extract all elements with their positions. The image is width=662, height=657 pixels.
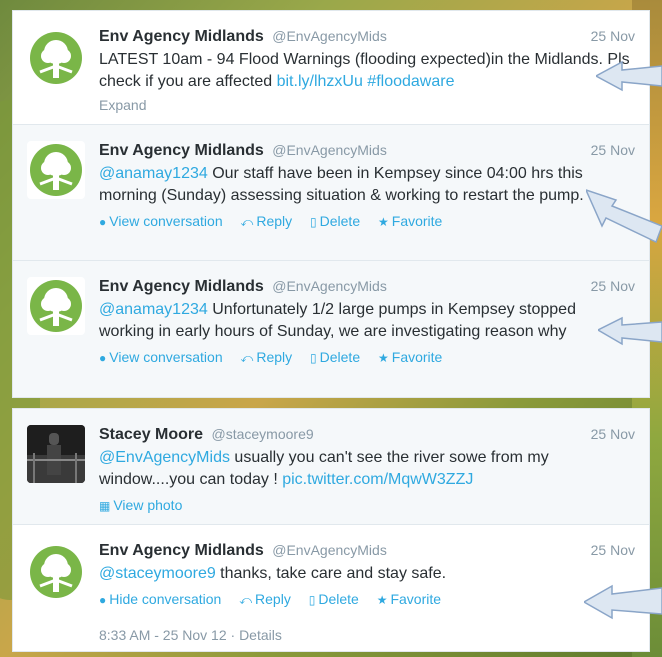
speech-bubble-icon: ● — [99, 351, 107, 365]
callout-arrow-icon — [598, 316, 662, 346]
tweet-actions: ● View conversation ⤺ Reply ▯ Delete ★ Favor… — [99, 211, 635, 231]
photo-icon: ▦ — [99, 499, 111, 513]
tweet-card-3[interactable]: Env Agency Midlands @EnvAgencyMids 25 No… — [12, 260, 650, 398]
tweet-actions: ● Hide conversation ⤺ Reply ▯ Delete ★ Favor… — [99, 589, 635, 609]
view-conversation-button[interactable]: ● View conversation — [99, 213, 223, 229]
star-icon: ★ — [378, 215, 389, 229]
star-icon: ★ — [376, 593, 388, 607]
tweet-header: Env Agency Midlands @EnvAgencyMids 25 No… — [99, 25, 635, 47]
user-handle[interactable]: @staceymoore9 — [212, 426, 314, 442]
user-name[interactable]: Env Agency Midlands — [99, 542, 264, 559]
tree-logo-icon — [30, 144, 82, 196]
favorite-button[interactable]: ★ Favorite — [378, 213, 442, 229]
delete-button[interactable]: ▯ Delete — [310, 349, 360, 365]
tweet-text: @EnvAgencyMids usually you can't see the… — [99, 449, 549, 488]
reply-button[interactable]: ⤺ Reply — [241, 213, 293, 229]
tweet-actions: ▦ View photo — [99, 495, 635, 515]
trash-icon: ▯ — [310, 215, 317, 229]
tweet-header: Stacey Moore @staceymoore9 25 Nov — [99, 423, 635, 445]
reply-button[interactable]: ⤺ Reply — [239, 591, 291, 607]
expand-link[interactable]: Expand — [99, 97, 635, 113]
hide-conversation-button[interactable]: ● Hide conversation — [99, 591, 221, 607]
mention-link[interactable]: @EnvAgencyMids — [99, 449, 230, 466]
tweet-header: Env Agency Midlands @EnvAgencyMids 25 No… — [99, 539, 635, 561]
user-photo-icon — [27, 425, 85, 483]
tweet-text: @anamay1234 Unfortunately 1/2 large pump… — [99, 301, 576, 340]
reply-arrow-icon: ⤺ — [240, 215, 254, 229]
tweet-date[interactable]: 25 Nov — [591, 539, 635, 561]
photo-link[interactable]: pic.twitter.com/MqwW3ZZJ — [282, 471, 473, 488]
callout-arrow-icon — [584, 584, 662, 620]
delete-button[interactable]: ▯ Delete — [309, 591, 359, 607]
view-conversation-button[interactable]: ● View conversation — [99, 349, 223, 365]
trash-icon: ▯ — [308, 593, 316, 607]
user-handle[interactable]: @EnvAgencyMids — [272, 142, 387, 158]
reply-button[interactable]: ⤺ Reply — [241, 349, 293, 365]
reply-arrow-icon: ⤺ — [240, 351, 254, 365]
tweet-date[interactable]: 25 Nov — [591, 139, 635, 161]
view-photo-button[interactable]: ▦ View photo — [99, 497, 182, 513]
reply-arrow-icon: ⤺ — [239, 593, 253, 607]
mention-link[interactable]: @staceymoore9 — [99, 565, 216, 582]
stacey-moore-avatar[interactable] — [27, 425, 85, 483]
tweet-card-2[interactable]: Env Agency Midlands @EnvAgencyMids 25 No… — [12, 124, 650, 261]
tweet-text: @staceymoore9 thanks, take care and stay… — [99, 565, 447, 582]
trash-icon: ▯ — [310, 351, 317, 365]
user-handle[interactable]: @EnvAgencyMids — [272, 542, 387, 558]
user-name[interactable]: Env Agency Midlands — [99, 278, 264, 295]
env-agency-logo-avatar[interactable] — [27, 29, 85, 87]
hashtag-link[interactable]: #floodaware — [367, 73, 454, 90]
tweet-card-4[interactable]: Stacey Moore @staceymoore9 25 Nov @EnvAg… — [12, 408, 650, 525]
speech-bubble-icon: ● — [99, 593, 107, 607]
delete-button[interactable]: ▯ Delete — [310, 213, 360, 229]
user-name[interactable]: Stacey Moore — [99, 426, 203, 443]
tweet-card-5[interactable]: Env Agency Midlands @EnvAgencyMids 25 No… — [12, 524, 650, 652]
tweet-card-1[interactable]: Env Agency Midlands @EnvAgencyMids 25 No… — [12, 10, 650, 125]
env-agency-logo-avatar[interactable] — [27, 141, 85, 199]
tweet-actions: ● View conversation ⤺ Reply ▯ Delete ★ Favor… — [99, 347, 635, 367]
tree-logo-icon — [30, 546, 82, 598]
tweet-header: Env Agency Midlands @EnvAgencyMids 25 No… — [99, 139, 635, 161]
short-link[interactable]: bit.ly/lhzxUu — [277, 73, 363, 90]
tweet-text: @anamay1234 Our staff have been in Kemps… — [99, 165, 584, 204]
callout-arrow-icon — [596, 60, 662, 92]
tweet-date[interactable]: 25 Nov — [591, 275, 635, 297]
tweet-date[interactable]: 25 Nov — [591, 25, 635, 47]
favorite-button[interactable]: ★ Favorite — [378, 349, 442, 365]
mention-link[interactable]: @anamay1234 — [99, 165, 208, 182]
tweet-header: Env Agency Midlands @EnvAgencyMids 25 No… — [99, 275, 635, 297]
user-handle[interactable]: @EnvAgencyMids — [272, 28, 387, 44]
tweet-text: LATEST 10am - 94 Flood Warnings (floodin… — [99, 51, 630, 90]
tweet-timestamp-details[interactable]: 8:33 AM - 25 Nov 12 · Details — [99, 627, 635, 643]
tree-logo-icon — [30, 280, 82, 332]
favorite-button[interactable]: ★ Favorite — [377, 591, 441, 607]
user-name[interactable]: Env Agency Midlands — [99, 142, 264, 159]
user-name[interactable]: Env Agency Midlands — [99, 28, 264, 45]
user-handle[interactable]: @EnvAgencyMids — [272, 278, 387, 294]
tree-logo-icon — [30, 32, 82, 84]
speech-bubble-icon: ● — [99, 215, 107, 229]
env-agency-logo-avatar[interactable] — [27, 543, 85, 601]
tweet-date[interactable]: 25 Nov — [591, 423, 635, 445]
mention-link[interactable]: @anamay1234 — [99, 301, 208, 318]
callout-arrow-icon — [586, 189, 662, 244]
env-agency-logo-avatar[interactable] — [27, 277, 85, 335]
star-icon: ★ — [378, 351, 389, 365]
